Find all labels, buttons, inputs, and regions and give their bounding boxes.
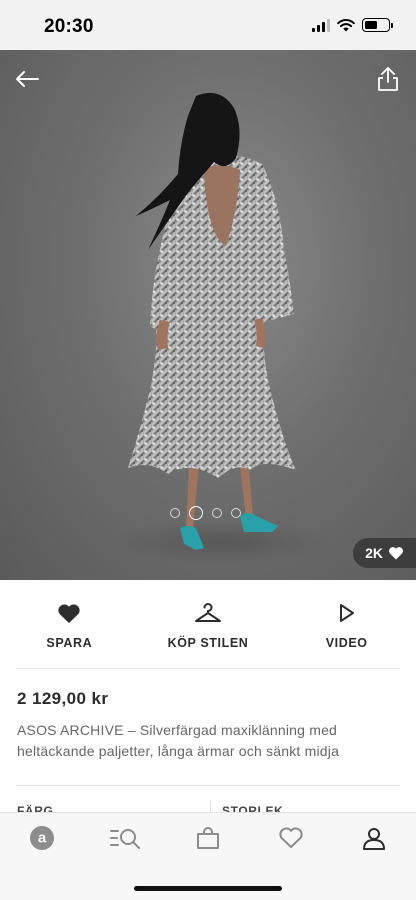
product-price: 2 129,00 kr bbox=[17, 689, 109, 708]
nav-saved[interactable] bbox=[250, 827, 333, 849]
save-label: SPARA bbox=[46, 636, 93, 650]
battery-level bbox=[365, 21, 378, 29]
status-icons bbox=[312, 18, 393, 32]
divider bbox=[16, 785, 400, 786]
cellular-signal-icon bbox=[312, 18, 330, 32]
product-actions: SPARA KÖP STILEN VIDEO bbox=[0, 580, 416, 666]
status-time: 20:30 bbox=[44, 16, 94, 37]
hanger-icon bbox=[195, 603, 221, 622]
pagination-dot[interactable] bbox=[231, 508, 241, 518]
share-button[interactable] bbox=[374, 64, 402, 94]
color-selector-label[interactable]: FÄRG bbox=[17, 804, 53, 812]
video-label: VIDEO bbox=[325, 636, 368, 650]
pagination-dot[interactable] bbox=[189, 506, 203, 520]
size-selector-label[interactable]: STORLEK bbox=[222, 804, 283, 812]
likes-count: 2K bbox=[365, 545, 383, 561]
back-button[interactable] bbox=[12, 64, 42, 94]
nav-account[interactable] bbox=[333, 826, 416, 850]
status-bar: 20:30 bbox=[0, 0, 416, 50]
bag-icon bbox=[197, 827, 219, 849]
video-button[interactable]: VIDEO bbox=[277, 580, 416, 666]
heart-icon bbox=[388, 547, 404, 560]
search-icon bbox=[109, 829, 140, 849]
nav-home[interactable]: a bbox=[0, 825, 83, 851]
save-button[interactable]: SPARA bbox=[0, 580, 139, 666]
nav-bag[interactable] bbox=[166, 826, 249, 850]
nav-search[interactable] bbox=[83, 827, 166, 849]
shop-the-look-button[interactable]: KÖP STILEN bbox=[139, 580, 278, 666]
home-indicator bbox=[134, 886, 282, 891]
selector-separator bbox=[210, 800, 211, 812]
bottom-navigation: a bbox=[0, 812, 416, 900]
arrow-left-icon bbox=[16, 71, 39, 87]
account-icon bbox=[363, 828, 386, 850]
heart-outline-icon bbox=[279, 827, 303, 848]
likes-badge[interactable]: 2K bbox=[353, 538, 416, 568]
variant-selectors: FÄRG STORLEK bbox=[0, 804, 416, 812]
product-image-gallery[interactable]: 2K bbox=[0, 50, 416, 580]
battery-icon bbox=[362, 18, 393, 32]
divider bbox=[16, 668, 400, 669]
shop-the-look-label: KÖP STILEN bbox=[167, 636, 249, 650]
pagination-dot[interactable] bbox=[212, 508, 222, 518]
play-icon bbox=[339, 604, 354, 622]
image-pagination bbox=[170, 506, 241, 520]
home-icon: a bbox=[29, 826, 54, 850]
svg-text:a: a bbox=[37, 830, 46, 847]
heart-filled-icon bbox=[58, 603, 80, 623]
product-photo[interactable] bbox=[0, 50, 416, 580]
share-icon bbox=[378, 67, 398, 91]
product-title: ASOS ARCHIVE – Silverfärgad maxiklänning… bbox=[17, 722, 340, 759]
wifi-icon bbox=[337, 19, 355, 32]
pagination-dot[interactable] bbox=[170, 508, 180, 518]
